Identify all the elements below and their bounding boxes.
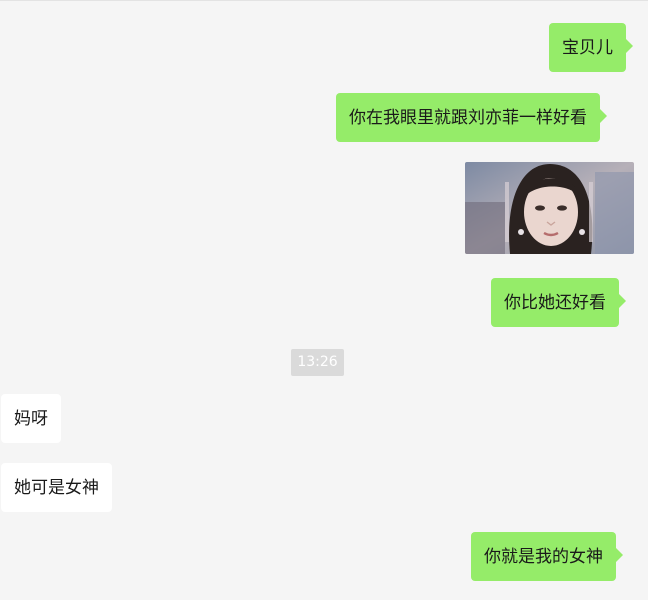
outgoing-message-5[interactable]: 你就是我的女神 <box>471 532 623 581</box>
chat-window: 宝贝儿 你在我眼里就跟刘亦菲一样好看 你比她还好看 13:26 妈呀 她可是女神… <box>0 0 648 600</box>
portrait-photo <box>465 162 634 254</box>
outgoing-image-message[interactable] <box>465 162 634 254</box>
incoming-message-2[interactable]: 她可是女神 <box>1 463 112 512</box>
outgoing-message-2[interactable]: 你在我眼里就跟刘亦菲一样好看 <box>336 93 607 142</box>
outgoing-message-1[interactable]: 宝贝儿 <box>549 23 633 72</box>
incoming-message-1[interactable]: 妈呀 <box>1 394 61 443</box>
timestamp: 13:26 <box>291 349 344 376</box>
outgoing-message-4[interactable]: 你比她还好看 <box>491 278 626 327</box>
